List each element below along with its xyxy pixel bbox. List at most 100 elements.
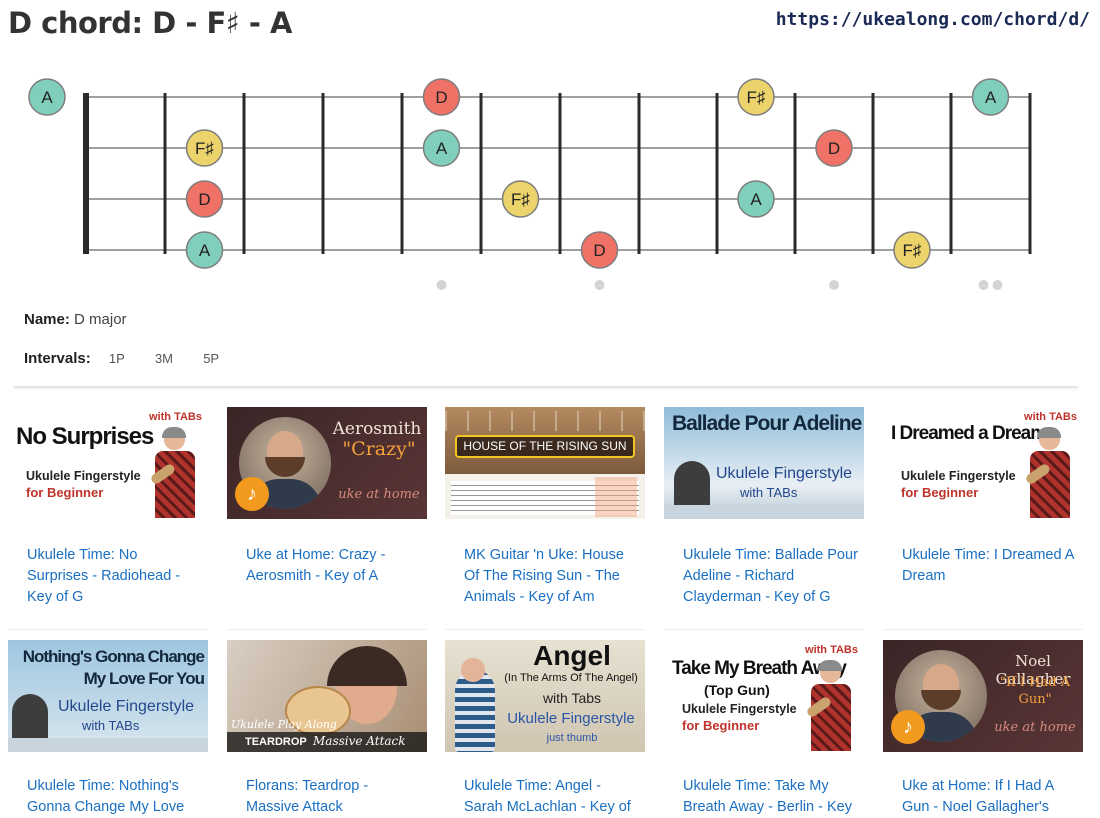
fret-marker-dot [594,280,605,290]
fret-marker-dot [829,280,839,290]
thumb-heading-2: (Top Gun) [704,682,770,698]
thumb-heading: I Dreamed a Dream [891,423,1047,444]
thumb-heading: Aerosmith [332,419,422,439]
video-card[interactable]: Ukulele Play Along TEARDROP Massive Atta… [227,640,437,815]
chord-url-link[interactable]: https://ukealong.com/chord/d/ [776,9,1090,30]
note-label: F♯ [195,139,214,158]
name-label: Name: [24,311,70,328]
video-card[interactable]: Nothing's Gonna Change My Love For You Uk… [8,640,218,815]
note-marker-third: F♯ [737,78,775,116]
note-label: D [828,139,840,158]
video-card[interactable]: with TABs No Surprises Ukulele Fingersty… [8,407,218,617]
thumb-heading: Angel [533,640,611,671]
intervals-row: Intervals: 1P 3M 5P [24,350,245,367]
thumb-sub-3: Ukulele Fingerstyle [507,710,635,727]
video-card[interactable]: Ballade Pour Adeline Ukulele Fingerstyle… [664,407,874,617]
fretboard-diagram: A D F♯ A F♯ A D D F♯ A A D F♯ [28,78,1032,290]
chord-name-row: Name: D major [24,311,127,328]
uke-at-home-logo: ♪ [891,710,925,744]
note-marker-fifth: A [28,78,66,116]
fret-marker-dot [978,280,989,290]
video-card[interactable]: with TABs I Dreamed a Dream Ukulele Fing… [883,407,1093,617]
presenter-silhouette [455,670,495,752]
video-card[interactable]: Angel (In The Arms Of The Angel) with Ta… [445,640,655,815]
note-label: A [199,241,211,260]
video-thumbnail[interactable]: ♪ Aerosmith "Crazy" uke at home [227,407,427,519]
video-title-link[interactable]: MK Guitar 'n Uke: House Of The Rising Su… [464,545,639,608]
intervals-label: Intervals: [24,350,91,367]
note-label: D [593,241,605,260]
thumb-sub-2: with Tabs [542,690,602,706]
thumb-heading: Nothing's Gonna Change My Love For You [22,647,205,688]
note-label: D [435,88,447,107]
video-card[interactable]: ♪ Aerosmith "Crazy" uke at home Uke at H… [227,407,437,617]
thumb-sub-1: "Crazy" [342,438,416,460]
thumb-sub-1: Ukulele Fingerstyle [682,702,797,716]
thumb-sub-4: just thumb [546,732,598,744]
note-marker-fifth: A [422,129,461,167]
interval-third: 3M [154,351,174,366]
video-card[interactable]: ♪ Noel Gallagher "If I Had A Gun" uke at… [883,640,1093,815]
thumb-heading: Ballade Pour Adeline [672,412,862,435]
thumb-sub-2: with TABs [740,485,798,500]
video-title-link[interactable]: Uke at Home: Crazy - Aerosmith - Key of … [246,545,421,587]
thumb-sub-1: TEARDROP [245,736,307,748]
name-value: D major [74,311,127,328]
video-thumbnail[interactable]: with TABs Take My Breath Away (Top Gun) … [664,640,864,752]
thumb-heading: No Surprises [16,423,154,450]
thumb-sub-2: uke at home [994,720,1076,735]
thumb-heading: Ukulele Play Along [231,718,337,731]
tabs-badge: with TABs [149,411,202,423]
video-title-link[interactable]: Ukulele Time: Angel - Sarah McLachlan - … [464,776,639,818]
note-marker-third: F♯ [893,231,931,269]
video-title-link[interactable]: Ukulele Time: Take My Breath Away - Berl… [683,776,858,818]
note-marker-root: D [422,78,461,116]
presenter-figure [805,660,856,752]
video-thumbnail[interactable]: HOUSE OF THE RISING SUN [445,407,645,519]
video-thumbnail[interactable]: Ballade Pour Adeline Ukulele Fingerstyle… [664,407,864,519]
tabs-badge: with TABs [805,644,858,656]
video-thumbnail[interactable]: Nothing's Gonna Change My Love For You Uk… [8,640,208,752]
video-title-link[interactable]: Ukulele Time: Ballade Pour Adeline - Ric… [683,545,858,608]
row-separator [883,629,1083,630]
video-thumbnail[interactable]: Angel (In The Arms Of The Angel) with Ta… [445,640,645,752]
note-marker-fifth: A [185,231,224,269]
video-card[interactable]: HOUSE OF THE RISING SUN MK Guitar 'n Uke… [445,407,655,617]
presenter-figure [1024,427,1075,519]
thumb-sub-1: Ukulele Fingerstyle [58,698,195,715]
note-marker-root: D [815,129,853,167]
fret-marker-dot [436,280,447,290]
video-title-link[interactable]: Ukulele Time: I Dreamed A Dream [902,545,1077,587]
note-marker-third: F♯ [501,180,540,218]
thumb-sub-2: uke at home [338,487,420,502]
thumb-sub-2: for Beginner [682,718,760,733]
video-title-link[interactable]: Uke at Home: If I Had A Gun - Noel Galla… [902,776,1077,818]
thumb-sub-1: Ukulele Fingerstyle [901,469,1016,483]
uke-at-home-logo: ♪ [235,477,269,511]
interval-fifth: 5P [203,351,220,366]
video-title-link[interactable]: Florans: Teardrop - Massive Attack [246,776,421,818]
video-title-link[interactable]: Ukulele Time: Nothing's Gonna Change My … [27,776,202,818]
thumb-sub-2: for Beginner [26,485,104,500]
interval-root: 1P [108,351,125,366]
video-thumbnail[interactable]: with TABs No Surprises Ukulele Fingersty… [8,407,208,519]
row-separator [664,629,864,630]
thumb-sub-2: for Beginner [901,485,979,500]
tabs-badge: with TABs [1024,411,1077,423]
note-label: A [436,139,448,158]
row-separator [445,629,645,630]
thumb-sub-2: Massive Attack [313,734,406,748]
note-label: F♯ [511,190,530,209]
note-label: A [41,88,53,107]
video-thumbnail[interactable]: ♪ Noel Gallagher "If I Had A Gun" uke at… [883,640,1083,752]
thumb-sub-2: with TABs [82,718,140,733]
video-thumbnail[interactable]: with TABs I Dreamed a Dream Ukulele Fing… [883,407,1083,519]
note-label: A [985,88,997,107]
section-divider [14,386,1078,388]
video-grid: with TABs No Surprises Ukulele Fingersty… [0,400,1100,815]
thumb-sub-1: "If I Had A Gun" [999,675,1071,707]
video-title-link[interactable]: Ukulele Time: No Surprises - Radiohead -… [27,545,202,608]
video-thumbnail[interactable]: Ukulele Play Along TEARDROP Massive Atta… [227,640,427,752]
note-label: F♯ [903,241,922,260]
video-card[interactable]: with TABs Take My Breath Away (Top Gun) … [664,640,874,815]
